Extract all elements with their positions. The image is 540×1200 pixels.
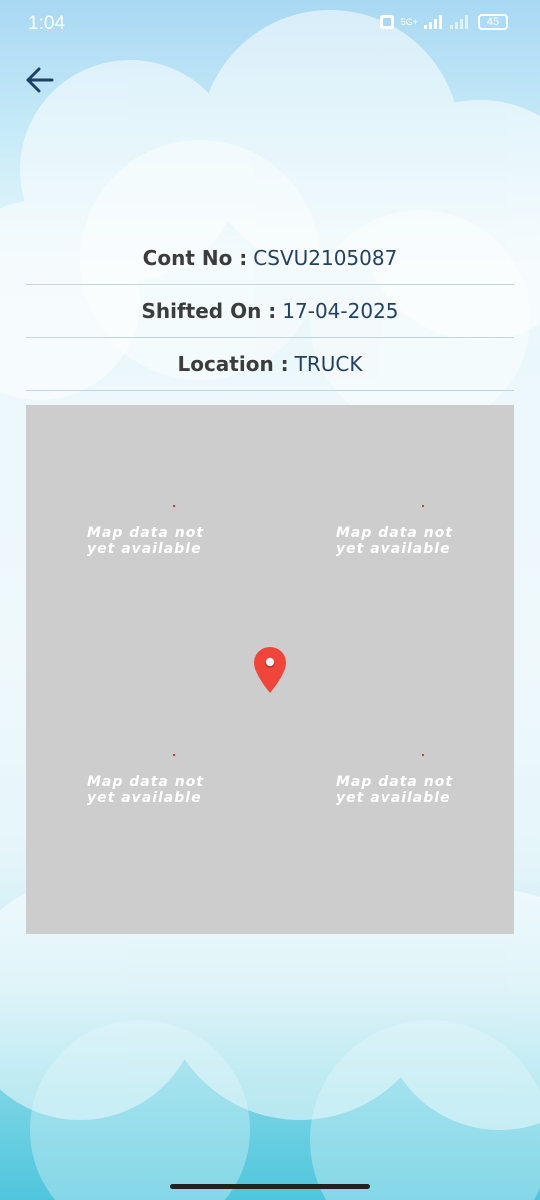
container-details: Cont No : CSVU2105087 Shifted On : 17-04…	[26, 232, 514, 391]
map-unavailable-line2: yet available	[336, 790, 451, 806]
map-unavailable-text: Map data not yet available	[336, 525, 514, 557]
location-row: Location : TRUCK	[26, 338, 514, 391]
cont-no-label: Cont No :	[142, 246, 248, 270]
status-icons: 5G+ 45	[379, 14, 508, 30]
map-view[interactable]: Map data not yet available Map data not …	[26, 405, 514, 934]
status-bar: 1:04 5G+ 45	[0, 0, 540, 50]
battery-icon: 45	[478, 14, 508, 30]
tile-marker	[422, 754, 424, 756]
shifted-on-value: 17-04-2025	[282, 299, 399, 323]
back-button[interactable]	[20, 60, 60, 100]
status-time: 1:04	[28, 13, 65, 34]
map-unavailable-text: Map data not yet available	[336, 774, 514, 806]
map-unavailable-line2: yet available	[87, 541, 202, 557]
cont-no-value: CSVU2105087	[253, 246, 398, 270]
map-unavailable-line1: Map data not	[336, 774, 454, 790]
signal-icon	[424, 15, 442, 29]
location-label: Location :	[177, 352, 289, 376]
map-unavailable-line1: Map data not	[87, 774, 205, 790]
home-indicator[interactable]	[170, 1184, 370, 1189]
tile-marker	[422, 505, 424, 507]
map-unavailable-text: Map data not yet available	[87, 774, 267, 806]
location-pin-icon[interactable]	[253, 646, 287, 694]
map-unavailable-line2: yet available	[336, 541, 451, 557]
location-value: TRUCK	[294, 352, 363, 376]
map-unavailable-line2: yet available	[87, 790, 202, 806]
tile-marker	[173, 754, 175, 756]
tile-marker	[173, 505, 175, 507]
arrow-left-icon	[26, 67, 54, 93]
network-type-label: 5G+	[400, 17, 418, 27]
map-unavailable-line1: Map data not	[336, 525, 454, 541]
map-unavailable-text: Map data not yet available	[87, 525, 267, 557]
signal-icon-secondary	[450, 15, 468, 29]
shifted-on-row: Shifted On : 17-04-2025	[26, 285, 514, 338]
vibrate-icon	[379, 15, 394, 29]
cont-no-row: Cont No : CSVU2105087	[26, 232, 514, 285]
map-unavailable-line1: Map data not	[87, 525, 205, 541]
shifted-on-label: Shifted On :	[141, 299, 277, 323]
